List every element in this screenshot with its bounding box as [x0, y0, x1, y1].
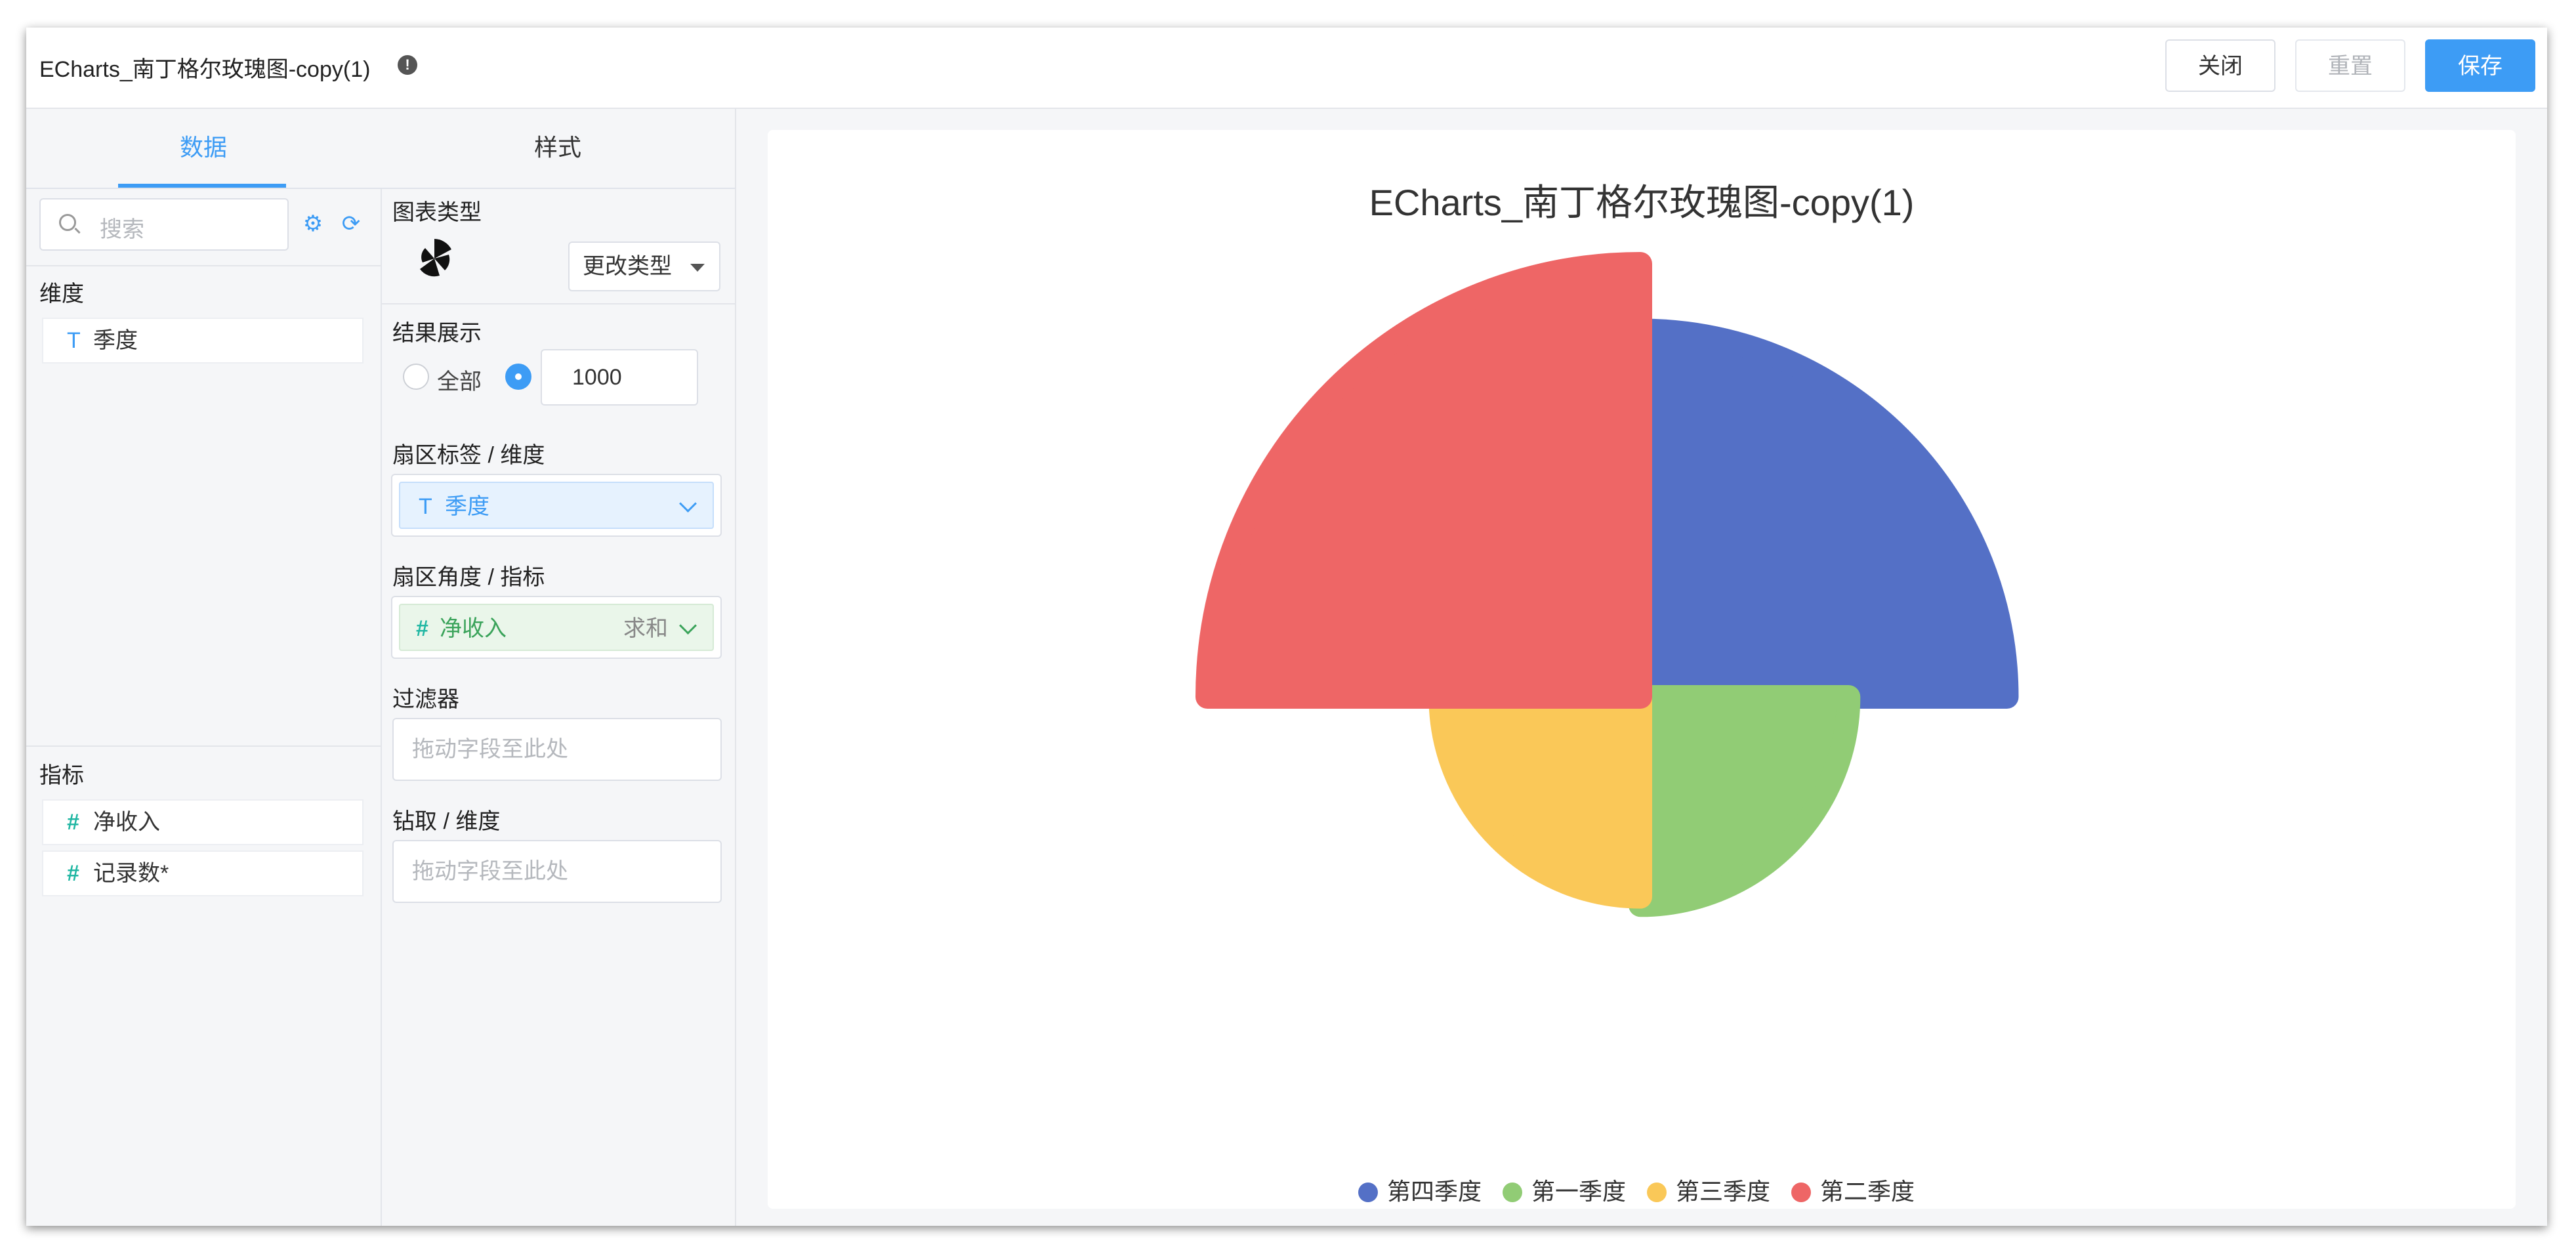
divider	[26, 745, 381, 747]
page-title: ECharts_南丁格尔玫瑰图-copy(1)	[39, 57, 371, 82]
legend-dot	[1358, 1183, 1378, 1202]
aggregation-label[interactable]: 求和	[623, 605, 668, 652]
chart-legend: 第四季度 第一季度 第三季度 第二季度	[1358, 1177, 1949, 1206]
rose-slice-2[interactable]	[1629, 685, 1861, 917]
field-name: 净收入	[93, 810, 160, 835]
refresh-icon[interactable]: ⟳	[340, 213, 362, 235]
top-bar: ECharts_南丁格尔玫瑰图-copy(1) ! 关闭 重置 保存	[26, 28, 2547, 109]
chart-type-label: 图表类型	[392, 200, 482, 225]
field-name: 季度	[445, 494, 489, 519]
close-button[interactable]: 关闭	[2165, 39, 2275, 92]
dimension-field-season[interactable]: T 季度	[42, 318, 364, 364]
measure-section-label: 指标	[39, 763, 84, 788]
result-label: 结果展示	[392, 321, 482, 346]
text-type-icon: T	[67, 328, 81, 353]
filter-title: 过滤器	[392, 687, 459, 712]
panel-tabs: 数据 样式	[26, 109, 735, 189]
drill-title: 钻取 / 维度	[392, 809, 501, 834]
legend-dot	[1791, 1183, 1811, 1202]
measure-field-record-count[interactable]: # 记录数*	[42, 850, 364, 896]
legend-label: 第一季度	[1531, 1178, 1627, 1205]
chevron-down-icon[interactable]	[679, 495, 697, 513]
legend-label: 第三季度	[1676, 1178, 1771, 1205]
rose-chart-icon	[420, 239, 451, 277]
reset-button[interactable]: 重置	[2295, 39, 2405, 92]
rose-slice-1[interactable]	[1629, 318, 2019, 709]
legend-dot	[1647, 1183, 1667, 1202]
radio-limit[interactable]	[505, 364, 531, 390]
drill-dropzone[interactable]: 拖动字段至此处	[392, 840, 722, 903]
divider	[26, 265, 381, 266]
chart-canvas: ECharts_南丁格尔玫瑰图-copy(1) 第四季度 第一季度 第三季度 第二季度	[768, 130, 2516, 1209]
tab-data[interactable]: 数据	[26, 109, 381, 186]
drill-placeholder: 拖动字段至此处	[412, 859, 568, 884]
app-window: ECharts_南丁格尔玫瑰图-copy(1) ! 关闭 重置 保存 数据 样式…	[26, 28, 2547, 1226]
change-type-label: 更改类型	[583, 254, 672, 279]
legend-dot	[1503, 1183, 1522, 1202]
rose-slice-3[interactable]	[1428, 685, 1652, 909]
chevron-down-icon[interactable]	[679, 617, 697, 635]
search-input[interactable]: 搜索	[39, 198, 289, 251]
filter-placeholder: 拖动字段至此处	[412, 737, 568, 762]
field-name: 记录数*	[93, 861, 169, 886]
rose-chart	[1195, 252, 2019, 917]
dimension-section-label: 维度	[39, 282, 84, 306]
radio-all-label: 全部	[437, 369, 482, 394]
sector-angle-dropzone[interactable]: # 净收入 求和	[391, 596, 722, 659]
filter-dropzone[interactable]: 拖动字段至此处	[392, 718, 722, 781]
tab-style[interactable]: 样式	[381, 109, 735, 186]
legend-label: 第二季度	[1820, 1178, 1915, 1205]
divider	[382, 303, 735, 304]
change-type-dropdown[interactable]: 更改类型	[568, 241, 720, 291]
limit-input[interactable]: 1000	[541, 349, 698, 406]
rose-slice-4[interactable]	[1195, 252, 1652, 709]
legend-label: 第四季度	[1387, 1178, 1482, 1205]
field-name: 净收入	[440, 616, 507, 641]
search-icon	[59, 214, 76, 231]
search-placeholder: 搜索	[100, 217, 144, 242]
sector-angle-field[interactable]: # 净收入 求和	[399, 604, 714, 651]
caret-down-icon	[690, 264, 705, 272]
measure-field-net-income[interactable]: # 净收入	[42, 799, 364, 845]
gear-icon[interactable]: ⚙	[302, 213, 324, 235]
save-button[interactable]: 保存	[2425, 39, 2535, 92]
active-tab-indicator	[118, 184, 286, 188]
text-type-icon: T	[419, 494, 432, 519]
sector-label-dropzone[interactable]: T 季度	[391, 474, 722, 537]
radio-all[interactable]	[403, 364, 429, 390]
sector-label-title: 扇区标签 / 维度	[392, 443, 545, 468]
number-type-icon: #	[67, 810, 79, 835]
sector-label-field[interactable]: T 季度	[399, 482, 714, 529]
info-icon[interactable]: !	[398, 55, 417, 75]
sector-angle-title: 扇区角度 / 指标	[392, 565, 545, 590]
number-type-icon: #	[67, 861, 79, 886]
limit-value: 1000	[572, 365, 622, 390]
field-name: 季度	[93, 328, 138, 353]
number-type-icon: #	[416, 616, 428, 641]
